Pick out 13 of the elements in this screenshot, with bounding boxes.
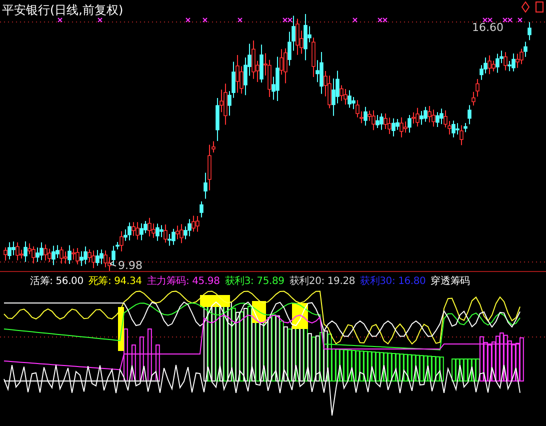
indicator-reading: 获利3: 75.89 (224, 274, 284, 288)
square-icon (535, 1, 544, 13)
indicator-reading: 死筹: 94.34 (88, 274, 142, 288)
indicator-reading: 活筹: 56.00 (30, 274, 84, 288)
chart-title: 平安银行(日线,前复权) (2, 2, 124, 19)
indicator-reading: 穿透筹码 (430, 274, 470, 288)
pointer-arrow (110, 260, 116, 266)
indicator-reading: 获利20: 19.28 (289, 274, 356, 288)
indicator-reading: 获利30: 16.80 (360, 274, 426, 288)
high-price-label: 16.60 (472, 21, 504, 34)
low-price-label: 9.98 (118, 259, 142, 272)
indicator-reading: 主力筹码: 45.98 (146, 274, 220, 288)
diamond-icon (521, 1, 530, 13)
